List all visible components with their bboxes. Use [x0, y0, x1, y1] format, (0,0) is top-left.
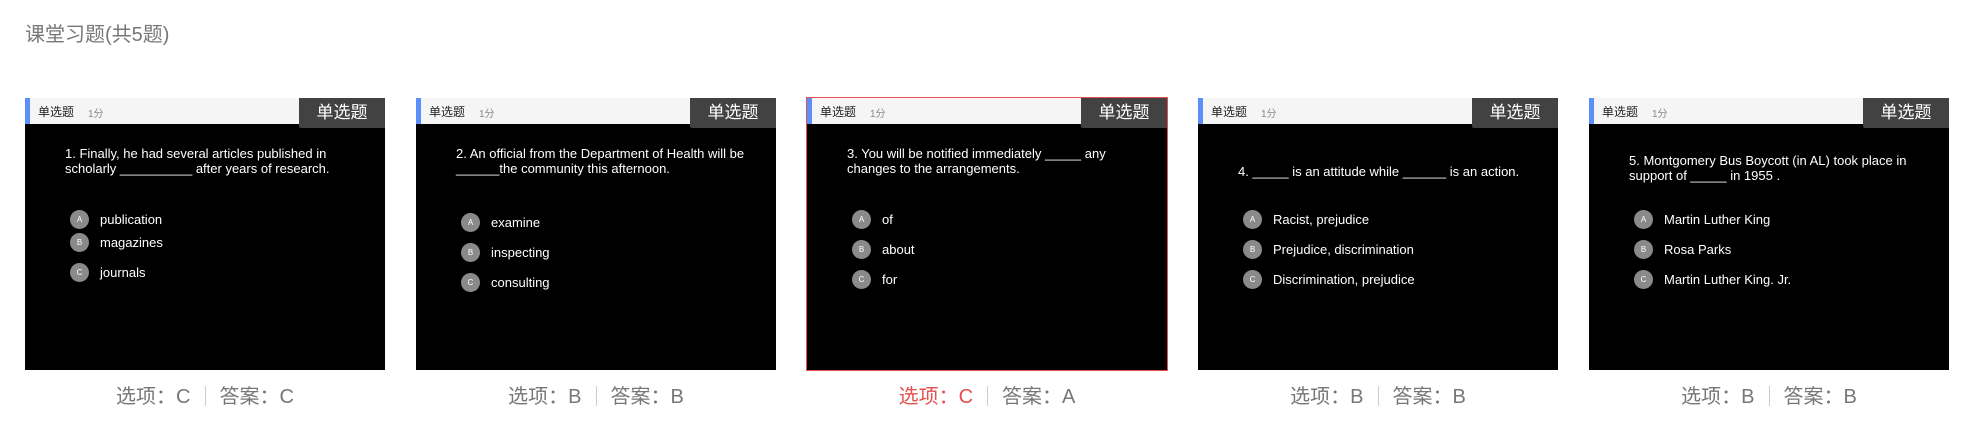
option-letter-badge: A — [1634, 210, 1653, 229]
question-type-badge: 单选题 — [1081, 98, 1167, 128]
card-accent-bar — [25, 98, 30, 124]
divider — [204, 386, 206, 406]
option-letter-badge: A — [461, 213, 480, 232]
question-text: 1. Finally, he had several articles publ… — [65, 146, 330, 176]
question-score: 1分 — [1261, 109, 1277, 120]
divider — [987, 386, 989, 406]
question-score: 1分 — [1652, 109, 1668, 120]
option-letter-badge: C — [461, 273, 480, 292]
option-letter-badge: B — [1634, 240, 1653, 259]
question-text: 5. Montgomery Bus Boycott (in AL) took p… — [1629, 153, 1907, 183]
question-card[interactable]: 单选题 1分 单选题 2. An official from the Departme… — [416, 98, 776, 370]
option-letter-badge: B — [1243, 240, 1262, 259]
option-text: Martin Luther King. Jr. — [1664, 272, 1792, 287]
correct-answer-label: 答案：B — [1783, 386, 1857, 408]
question-card[interactable]: 单选题 1分 单选题 5. Montgomery Bus Boycott (in AL… — [1589, 98, 1949, 370]
option-text: Discrimination, prejudice — [1273, 272, 1415, 287]
card-accent-bar — [807, 98, 812, 124]
option-letter-badge: B — [461, 243, 480, 262]
option-text: Racist, prejudice — [1273, 212, 1370, 227]
selected-option-label: 选项：C — [116, 386, 191, 408]
divider — [1768, 386, 1770, 406]
option-text: of — [882, 212, 893, 227]
option-text: about — [882, 242, 915, 257]
correct-answer-label: 答案：C — [219, 386, 294, 408]
option-text: journals — [100, 265, 146, 280]
question-score: 1分 — [479, 109, 495, 120]
correct-answer-label: 答案：A — [1002, 386, 1076, 408]
question-text: 4. _____ is an attitude while ______ is … — [1238, 164, 1520, 179]
selected-option-label: 选项：B — [508, 386, 582, 408]
answer-summary: 选项：C 答案：C — [25, 384, 385, 410]
question-type-label: 单选题 — [820, 105, 857, 119]
option-letter-badge: C — [1243, 270, 1262, 289]
option-text: Martin Luther King — [1664, 212, 1771, 227]
option-letter-badge: C — [1634, 270, 1653, 289]
option-text: publication — [100, 212, 163, 227]
divider — [595, 386, 597, 406]
option-text: inspecting — [491, 245, 550, 260]
exercise-list: 单选题 1分 单选题 1. Finally, he had several artic… — [0, 0, 1965, 430]
option-text: for — [882, 272, 898, 287]
option-letter-badge: B — [70, 233, 89, 252]
card-accent-bar — [1198, 98, 1203, 124]
answer-summary: 选项：B 答案：B — [1589, 384, 1949, 410]
question-type-badge: 单选题 — [690, 98, 776, 128]
option-letter-badge: A — [70, 210, 89, 229]
option-letter-badge: C — [852, 270, 871, 289]
question-card[interactable]: 单选题 1分 单选题 1. Finally, he had several artic… — [25, 98, 385, 370]
question-type-label: 单选题 — [1211, 105, 1248, 119]
question-card[interactable]: 单选题 1分 单选题 4. _____ is an attitude while __… — [1198, 98, 1558, 370]
option-letter-badge: A — [852, 210, 871, 229]
question-type-label: 单选题 — [429, 105, 466, 119]
answer-summary: 选项：B 答案：B — [416, 384, 776, 410]
question-type-label: 单选题 — [1602, 105, 1639, 119]
answer-summary: 选项：C 答案：A — [807, 384, 1167, 410]
question-score: 1分 — [88, 109, 104, 120]
option-text: magazines — [100, 235, 163, 250]
question-card[interactable]: 单选题 1分 单选题 3. You will be notified immediat… — [806, 97, 1168, 371]
question-type-badge: 单选题 — [1472, 98, 1558, 128]
selected-option-label: 选项：B — [1681, 386, 1755, 408]
card-accent-bar — [1589, 98, 1594, 124]
question-score: 1分 — [870, 109, 886, 120]
option-text: examine — [491, 215, 541, 230]
correct-answer-label: 答案：B — [1392, 386, 1466, 408]
selected-option-label: 选项：B — [1290, 386, 1364, 408]
question-type-label: 单选题 — [38, 105, 75, 119]
card-accent-bar — [416, 98, 421, 124]
selected-option-label: 选项：C — [898, 386, 974, 408]
option-letter-badge: A — [1243, 210, 1262, 229]
answer-summary: 选项：B 答案：B — [1198, 384, 1558, 410]
option-text: Rosa Parks — [1664, 242, 1732, 257]
option-letter-badge: B — [852, 240, 871, 259]
question-text: 3. You will be notified immediately ____… — [847, 146, 1106, 176]
option-letter-badge: C — [70, 263, 89, 282]
question-text: 2. An official from the Department of He… — [456, 146, 745, 176]
question-type-badge: 单选题 — [299, 98, 385, 128]
option-text: consulting — [491, 275, 550, 290]
correct-answer-label: 答案：B — [610, 386, 684, 408]
option-text: Prejudice, discrimination — [1273, 242, 1414, 257]
divider — [1377, 386, 1379, 406]
question-type-badge: 单选题 — [1863, 98, 1949, 128]
